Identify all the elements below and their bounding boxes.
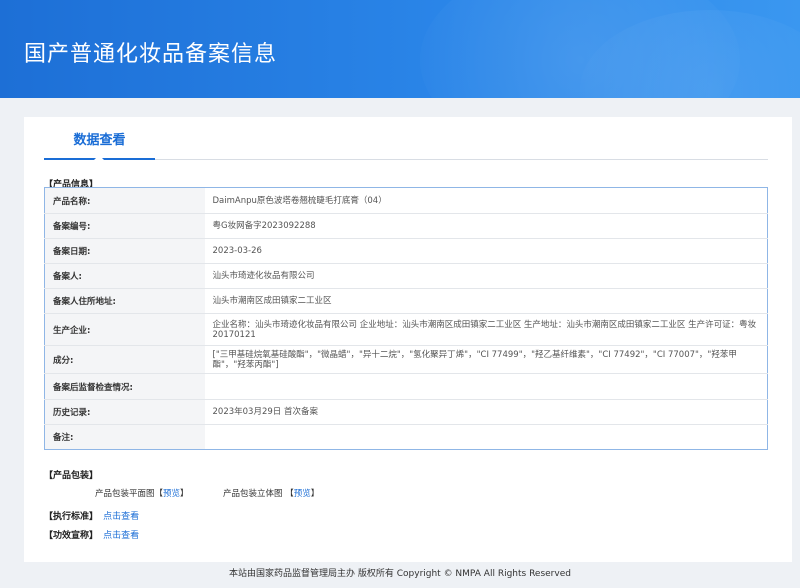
package-solid-close: 】 (310, 489, 320, 499)
row-value: 2023-03-26 (204, 238, 768, 264)
table-row: 备案人住所地址: 汕头市潮南区成田镇家二工业区 (44, 288, 768, 314)
table-row: 备案日期: 2023-03-26 (44, 238, 768, 264)
row-value (205, 425, 768, 450)
row-value: ["三甲基硅烷氧基硅酸酯"，"微晶蜡"，"异十二烷"，"氢化聚异丁烯"，"CI … (204, 345, 768, 374)
tab-bar: 数据查看 (44, 117, 768, 160)
section-exec-standard: 【执行标准】 点击查看 (44, 509, 139, 522)
efficacy-claim-label: 【功效宣称】 (44, 531, 99, 541)
table-row: 历史记录: 2023年03月29日 首次备案 (44, 399, 768, 425)
package-flat-item: 产品包装平面图【预览】 (95, 487, 189, 499)
row-value: DaimAnpu原色波塔卷翘梳睫毛打底膏（04） (204, 187, 768, 214)
row-label: 生产企业: (44, 313, 205, 346)
page-header: 国产普通化妆品备案信息 (0, 0, 800, 98)
product-info-table: 产品名称: DaimAnpu原色波塔卷翘梳睫毛打底膏（04） 备案编号: 粤G妆… (44, 187, 768, 450)
tab-label: 数据查看 (73, 133, 126, 148)
row-label: 备案后监督检查情况: (44, 373, 205, 400)
table-row: 成分: ["三甲基硅烷氧基硅酸酯"，"微晶蜡"，"异十二烷"，"氢化聚异丁烯"，… (44, 345, 768, 374)
exec-standard-label: 【执行标准】 (44, 512, 99, 522)
row-label: 产品名称: (44, 187, 205, 214)
row-value: 粤G妆网备字2023092288 (204, 213, 768, 239)
row-label: 历史记录: (44, 399, 205, 425)
table-row: 生产企业: 企业名称：汕头市琦迹化妆品有限公司 企业地址：汕头市潮南区成田镇家二… (44, 313, 768, 346)
tab-caret-icon (94, 155, 104, 160)
content-card: 数据查看 【产品信息】 产品名称: DaimAnpu原色波塔卷翘梳睫毛打底膏（0… (24, 117, 792, 562)
row-label: 备注: (44, 424, 205, 450)
row-value: 汕头市潮南区成田镇家二工业区 (204, 288, 768, 314)
table-row: 备案后监督检查情况: (44, 373, 768, 400)
page-footer: 本站由国家药品监督管理局主办 版权所有 Copyright © NMPA All… (229, 569, 571, 579)
efficacy-claim-view-link[interactable]: 点击查看 (103, 531, 139, 541)
tab-data-view[interactable]: 数据查看 (44, 117, 155, 160)
page-title: 国产普通化妆品备案信息 (24, 42, 278, 67)
exec-standard-view-link[interactable]: 点击查看 (103, 512, 139, 522)
row-value: 企业名称：汕头市琦迹化妆品有限公司 企业地址：汕头市潮南区成田镇家二工业区 生产… (204, 313, 768, 346)
package-solid-item: 产品包装立体图 【预览】 (223, 487, 319, 499)
section-efficacy-claim: 【功效宣称】 点击查看 (44, 528, 139, 541)
package-solid-preview-link[interactable]: 预览 (294, 489, 311, 499)
table-row: 备案编号: 粤G妆网备字2023092288 (44, 213, 768, 239)
row-label: 成分: (44, 345, 205, 374)
table-row: 产品名称: DaimAnpu原色波塔卷翘梳睫毛打底膏（04） (44, 187, 768, 214)
row-value: 2023年03月29日 首次备案 (204, 399, 768, 425)
row-label: 备案人: (44, 263, 205, 289)
row-value (204, 373, 768, 400)
package-solid-label: 产品包装立体图 【 (223, 489, 294, 499)
section-product-package: 【产品包装】 (44, 471, 99, 481)
row-label: 备案编号: (44, 213, 205, 239)
package-flat-label: 产品包装平面图【 (95, 489, 164, 499)
table-row: 备注: (44, 424, 768, 450)
package-flat-preview-link[interactable]: 预览 (163, 489, 180, 499)
row-value: 汕头市琦迹化妆品有限公司 (204, 263, 768, 289)
row-label: 备案人住所地址: (44, 288, 205, 314)
row-label: 备案日期: (44, 238, 205, 264)
package-flat-close: 】 (180, 489, 189, 499)
table-row: 备案人: 汕头市琦迹化妆品有限公司 (44, 263, 768, 289)
